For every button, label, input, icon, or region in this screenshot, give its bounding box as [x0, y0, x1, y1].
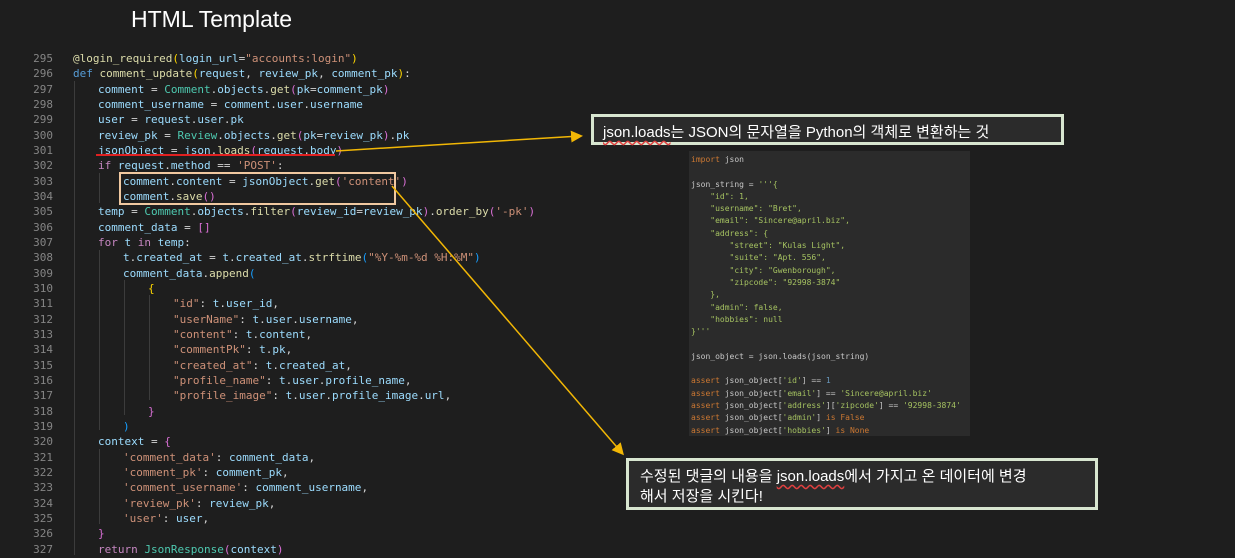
- arrow-to-note-update-comment: [391, 185, 624, 456]
- arrow-to-note-json-loads: [335, 130, 583, 152]
- annotation-arrows: [335, 130, 624, 456]
